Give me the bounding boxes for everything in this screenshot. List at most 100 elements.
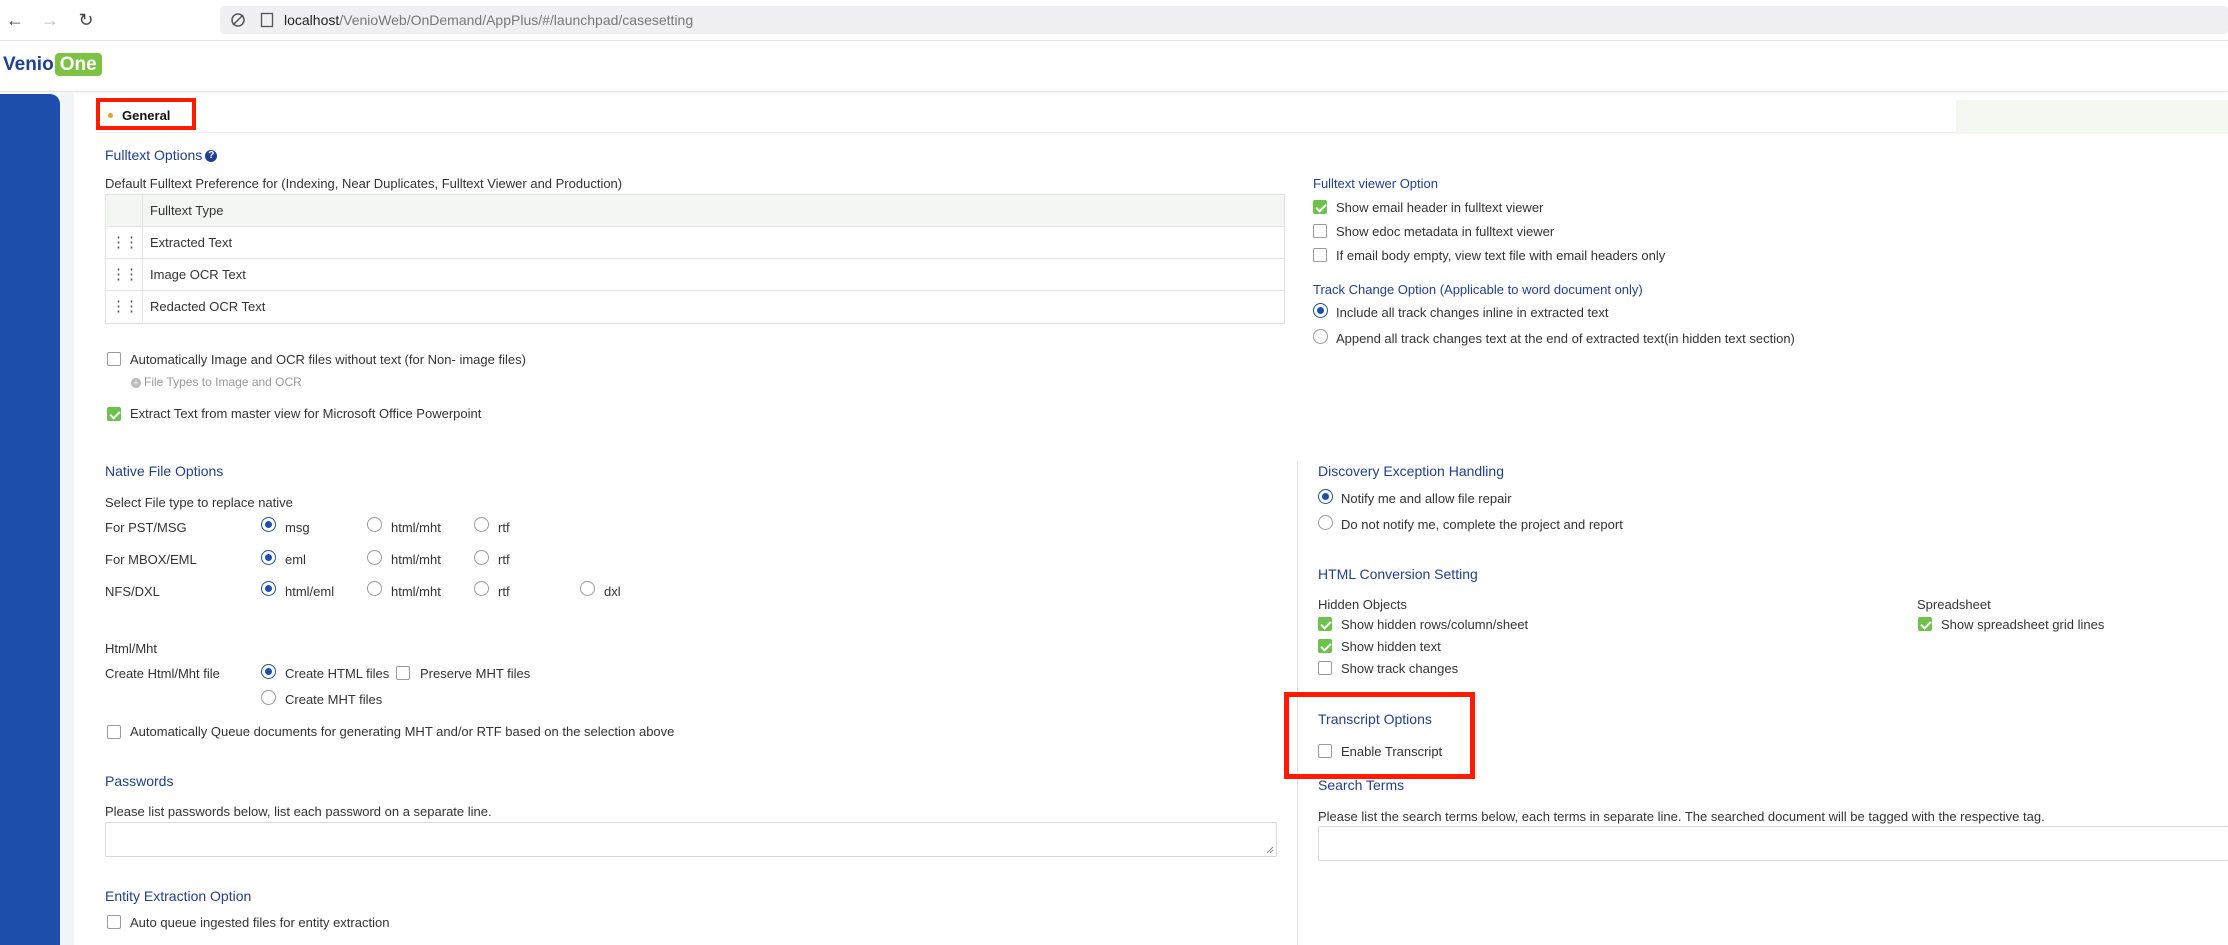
track-inline-radio[interactable] [1313,303,1328,318]
reload-icon[interactable]: ↻ [74,8,98,32]
tab-general[interactable]: General [96,98,196,130]
native-row-label-nfs: NFS/DXL [105,584,160,599]
fulltext-type-table: Fulltext Type ⋮⋮ Extracted Text ⋮⋮ Image… [105,194,1285,324]
pst-rtf-radio[interactable] [474,517,489,532]
back-arrow-icon[interactable]: ← [3,8,27,32]
nfs-dxl-radio[interactable] [580,581,595,596]
show-grid-lines-label: Show spreadsheet grid lines [1941,617,2105,632]
mbox-rtf-radio[interactable] [474,550,489,565]
entity-auto-queue-checkbox[interactable] [107,915,121,929]
track-inline-label: Include all track changes inline in extr… [1336,305,1609,320]
tab-indicator-dot [108,113,113,118]
passwords-textarea[interactable] [105,822,1277,857]
no-notify-radio[interactable] [1318,515,1333,530]
table-header-row: Fulltext Type [106,195,1284,227]
mbox-eml-label: eml [285,552,306,567]
native-subtitle: Select File type to replace native [105,495,293,510]
file-types-link[interactable]: + File Types to Image and OCR [131,375,302,389]
search-terms-textarea[interactable] [1318,826,2228,861]
show-email-header-label: Show email header in fulltext viewer [1336,200,1544,215]
no-notify-label: Do not notify me, complete the project a… [1341,517,1623,532]
entity-extraction-title: Entity Extraction Option [105,888,252,904]
table-cell-fulltext-type: Extracted Text [150,235,233,250]
enable-transcript-checkbox[interactable] [1318,744,1332,758]
create-mht-label: Create MHT files [285,692,383,707]
mbox-htmlmht-radio[interactable] [367,550,382,565]
passwords-title: Passwords [105,773,174,789]
show-hidden-rows-checkbox[interactable] [1318,617,1332,631]
nfs-rtf-label: rtf [498,584,510,599]
notify-repair-radio[interactable] [1318,489,1333,504]
transcript-highlight-box [1284,692,1475,779]
nfs-dxl-label: dxl [604,584,621,599]
show-edoc-metadata-checkbox[interactable] [1313,224,1327,238]
sidebar [0,94,60,945]
venio-one-logo[interactable]: Venio One [3,53,102,78]
logo-one: One [54,53,102,76]
table-row[interactable]: ⋮⋮ Image OCR Text [106,259,1284,291]
passwords-instructions: Please list passwords below, list each p… [105,804,492,819]
native-file-options-title: Native File Options [105,463,224,479]
hidden-objects-label: Hidden Objects [1318,597,1407,612]
create-htmlmht-label: Create Html/Mht file [105,666,220,681]
create-html-label: Create HTML files [285,666,390,681]
nfs-htmlmht-label: html/mht [391,584,441,599]
table-cell-fulltext-type: Image OCR Text [150,267,246,282]
mbox-eml-radio[interactable] [261,550,276,565]
fulltext-options-title: Fulltext Options? [105,147,218,163]
logo-venio: Venio [3,54,54,75]
resize-handle-icon[interactable] [1266,846,1274,854]
create-html-radio[interactable] [261,664,276,679]
auto-image-ocr-checkbox[interactable] [107,352,121,366]
auto-queue-mht-checkbox[interactable] [107,725,121,739]
transcript-options-title: Transcript Options [1318,711,1432,727]
show-hidden-rows-label: Show hidden rows/column/sheet [1341,617,1529,632]
table-header-fulltext-type: Fulltext Type [150,203,224,218]
forward-arrow-icon[interactable]: → [38,8,62,32]
tracking-protection-icon[interactable] [230,12,246,28]
table-row[interactable]: ⋮⋮ Redacted OCR Text [106,291,1284,322]
tab-general-label: General [122,108,171,123]
address-bar[interactable]: localhost/VenioWeb/OnDemand/AppPlus/#/la… [220,6,2228,34]
nfs-htmlmht-radio[interactable] [367,581,382,596]
email-body-empty-label: If email body empty, view text file with… [1336,248,1666,263]
auto-image-ocr-label: Automatically Image and OCR files withou… [130,352,526,367]
notify-repair-label: Notify me and allow file repair [1341,491,1512,506]
url-text[interactable]: localhost/VenioWeb/OnDemand/AppPlus/#/la… [284,12,693,28]
pst-htmlmht-label: html/mht [391,520,441,535]
track-append-radio[interactable] [1313,329,1328,344]
pst-msg-radio[interactable] [261,517,276,532]
drag-handle-icon[interactable]: ⋮⋮ [106,291,143,322]
search-terms-instructions: Please list the search terms below, each… [1318,809,2045,824]
nfs-htmleml-radio[interactable] [261,581,276,596]
show-email-header-checkbox[interactable] [1313,200,1327,214]
fulltext-viewer-option-title: Fulltext viewer Option [1313,176,1438,191]
pst-rtf-label: rtf [498,520,510,535]
search-terms-title: Search Terms [1318,777,1405,793]
drag-handle-icon[interactable]: ⋮⋮ [106,259,143,290]
pst-htmlmht-radio[interactable] [367,517,382,532]
file-types-link-label: File Types to Image and OCR [144,375,302,389]
extract-master-view-checkbox[interactable] [107,407,121,421]
preserve-mht-checkbox[interactable] [396,666,410,680]
show-hidden-text-label: Show hidden text [1341,639,1441,654]
show-grid-lines-checkbox[interactable] [1918,617,1932,631]
extract-master-view-label: Extract Text from master view for Micros… [130,406,482,421]
table-row[interactable]: ⋮⋮ Extracted Text [106,227,1284,259]
table-header-handle-cell [106,195,143,226]
content-gutter [60,92,74,945]
create-mht-radio[interactable] [261,690,276,705]
nfs-rtf-radio[interactable] [474,581,489,596]
email-body-empty-checkbox[interactable] [1313,248,1327,262]
htmlmht-title: Html/Mht [105,641,157,656]
tab-bar-right [1956,100,2228,134]
show-hidden-text-checkbox[interactable] [1318,639,1332,653]
preserve-mht-label: Preserve MHT files [420,666,531,681]
help-icon[interactable]: ? [205,150,218,163]
show-track-changes-checkbox[interactable] [1318,661,1332,675]
show-edoc-metadata-label: Show edoc metadata in fulltext viewer [1336,224,1555,239]
native-row-label-mbox: For MBOX/EML [105,552,197,567]
drag-handle-icon[interactable]: ⋮⋮ [106,227,143,258]
mbox-rtf-label: rtf [498,552,510,567]
table-cell-fulltext-type: Redacted OCR Text [150,299,266,314]
